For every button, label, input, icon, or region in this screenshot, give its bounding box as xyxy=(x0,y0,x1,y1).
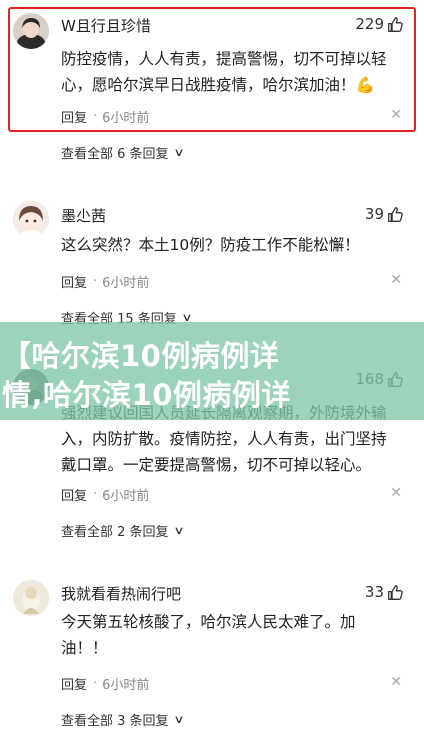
title-banner: 【哈尔滨10例病例详 情,哈尔滨10例病例详 xyxy=(0,322,424,420)
comment-item: W且行且珍惜 229 防控疫情，人人有责，提高警惕，切不可掉以轻 心，愿哈尔滨早… xyxy=(0,0,424,175)
thumbs-up-icon xyxy=(388,16,403,32)
comment-text: 防控疫情，人人有责，提高警惕，切不可掉以轻 心，愿哈尔滨早日战胜疫情，哈尔滨加油… xyxy=(61,46,407,98)
like-count: 33 xyxy=(364,583,384,601)
like-button[interactable]: 229 xyxy=(355,15,404,33)
comment-item: 我就看看热闹行吧 33 今天第五轮核酸了，哈尔滨人民太难了。加 油！！ 回复 ·… xyxy=(0,550,424,738)
reply-button[interactable]: 回复 xyxy=(61,272,87,291)
chevron-down-icon: ∨ xyxy=(172,713,185,726)
username[interactable]: 墨尐茜 xyxy=(61,205,106,226)
reply-button[interactable]: 回复 xyxy=(61,674,87,693)
close-icon[interactable]: ✕ xyxy=(390,674,402,690)
avatar[interactable] xyxy=(13,13,49,49)
replies-label: 查看全部 2 条回复 xyxy=(61,525,169,540)
replies-label: 查看全部 6 条回复 xyxy=(61,147,169,162)
separator: · xyxy=(93,487,98,502)
comment-text: 这么突然？本土10例？防疫工作不能松懈！ xyxy=(61,232,407,258)
timestamp: 6小时前 xyxy=(102,678,150,693)
separator: · xyxy=(93,274,98,289)
view-replies-link[interactable]: 查看全部 6 条回复 ∨ xyxy=(61,143,185,162)
view-replies-link[interactable]: 查看全部 3 条回复 ∨ xyxy=(61,710,185,729)
comment-line: 油！！ xyxy=(61,639,108,657)
comment-meta: 回复 · 6小时前 xyxy=(61,272,149,291)
like-count: 39 xyxy=(364,205,384,223)
comment-line: 今天第五轮核酸了，哈尔滨人民太难了。加 xyxy=(61,613,356,631)
timestamp: 6小时前 xyxy=(102,489,150,504)
view-replies-link[interactable]: 查看全部 2 条回复 ∨ xyxy=(61,521,185,540)
username[interactable]: 我就看看热闹行吧 xyxy=(61,583,181,604)
comment-line: 这么突然？本土10例？防疫工作不能松懈！ xyxy=(61,236,360,254)
separator: · xyxy=(93,676,98,691)
reply-button[interactable]: 回复 xyxy=(61,485,87,504)
comment-line: 入，内防扩散。疫情防控，人人有责，出门坚持 xyxy=(61,430,387,448)
comment-line: 心，愿哈尔滨早日战胜疫情，哈尔滨加油！💪 xyxy=(61,76,375,94)
like-button[interactable]: 39 xyxy=(365,205,404,223)
timestamp: 6小时前 xyxy=(102,276,150,291)
like-button[interactable]: 33 xyxy=(365,583,404,601)
banner-title-line: 情,哈尔滨10例病例详 xyxy=(2,378,291,412)
avatar[interactable] xyxy=(13,201,49,237)
username[interactable]: W且行且珍惜 xyxy=(61,15,151,36)
chevron-down-icon: ∨ xyxy=(172,524,185,537)
thumbs-up-icon xyxy=(388,584,403,600)
comment-meta: 回复 · 6小时前 xyxy=(61,485,149,504)
timestamp: 6小时前 xyxy=(102,111,150,126)
comment-meta: 回复 · 6小时前 xyxy=(61,674,149,693)
comment-line: 戴口罩。一定要提高警惕，切不可掉以轻心。 xyxy=(61,456,372,474)
like-count: 229 xyxy=(355,15,384,33)
comment-meta: 回复 · 6小时前 xyxy=(61,107,149,126)
avatar[interactable] xyxy=(13,580,49,616)
chevron-down-icon: ∨ xyxy=(172,146,185,159)
separator: · xyxy=(93,109,98,124)
comment-line: 防控疫情，人人有责，提高警惕，切不可掉以轻 xyxy=(61,50,387,68)
comment-text: 今天第五轮核酸了，哈尔滨人民太难了。加 油！！ xyxy=(61,609,407,661)
banner-title-line: 【哈尔滨10例病例详 xyxy=(2,339,280,373)
close-icon[interactable]: ✕ xyxy=(390,107,402,123)
close-icon[interactable]: ✕ xyxy=(390,485,402,501)
thumbs-up-icon xyxy=(388,206,403,222)
replies-label: 查看全部 3 条回复 xyxy=(61,714,169,729)
close-icon[interactable]: ✕ xyxy=(390,272,402,288)
reply-button[interactable]: 回复 xyxy=(61,107,87,126)
